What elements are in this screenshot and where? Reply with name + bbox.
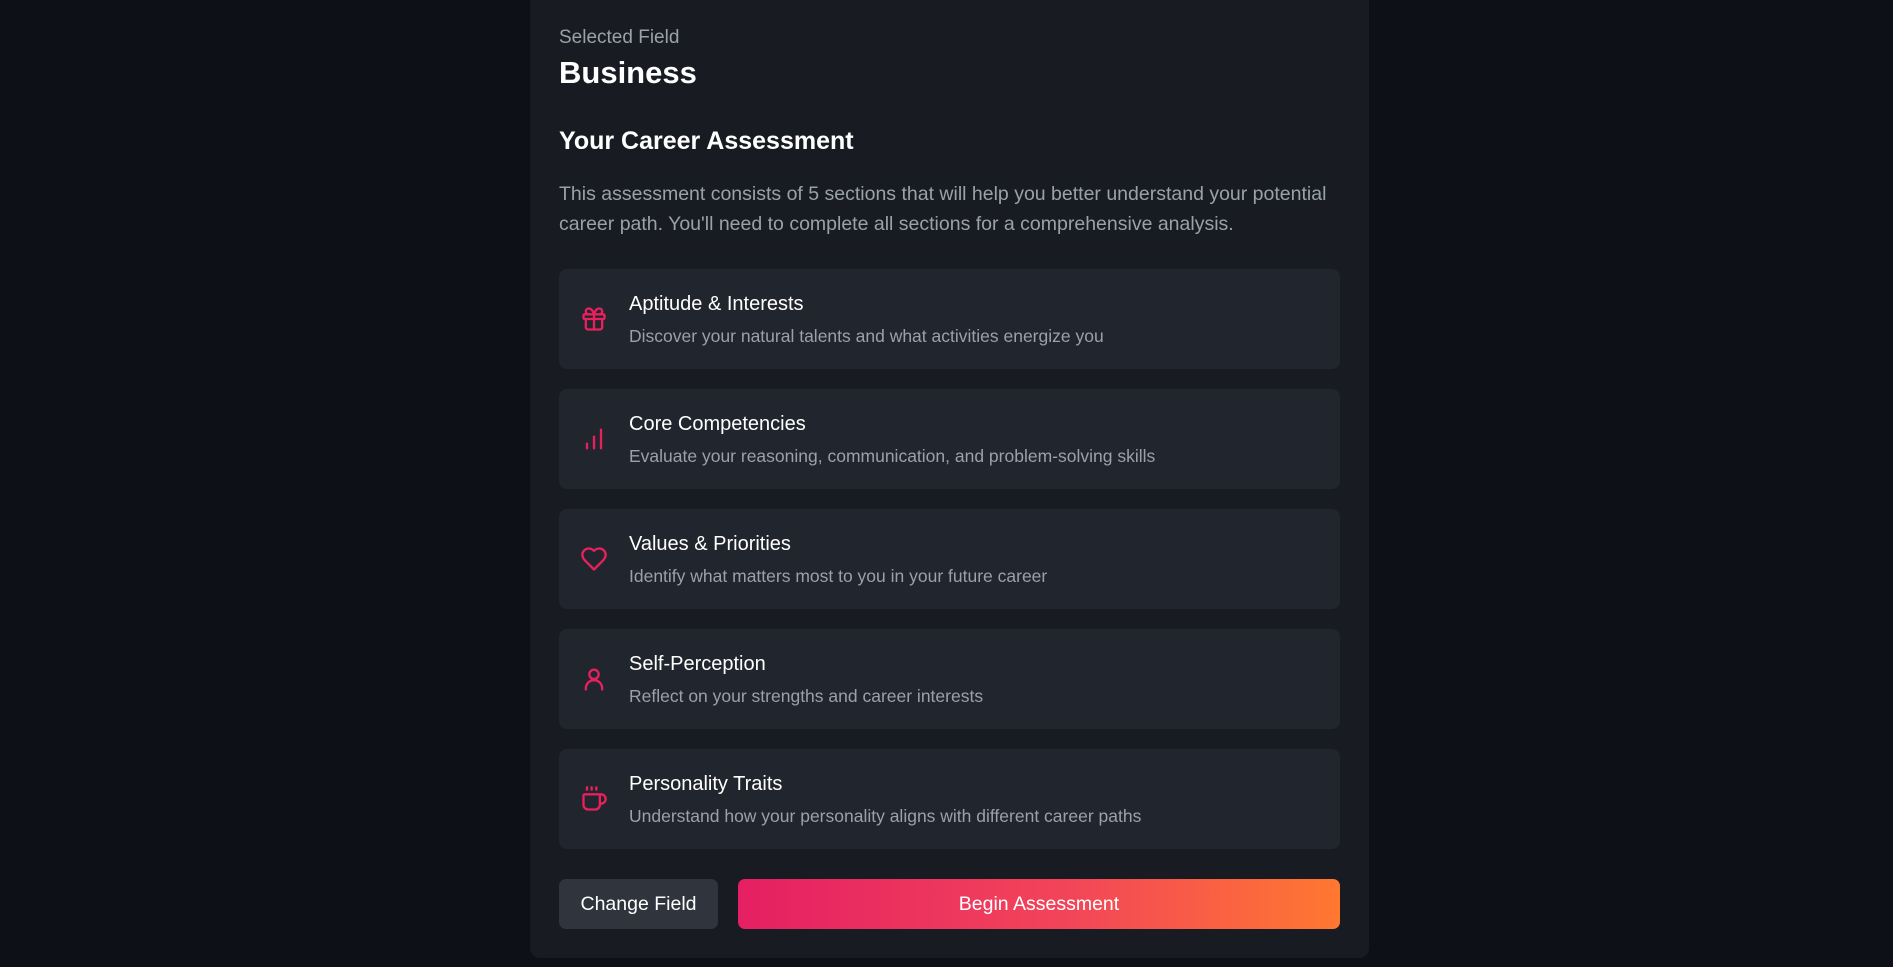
section-description: Discover your natural talents and what a…: [629, 326, 1104, 346]
section-card-personality: Personality Traits Understand how your p…: [559, 749, 1340, 849]
section-card-aptitude: Aptitude & Interests Discover your natur…: [559, 269, 1340, 369]
section-card-competencies: Core Competencies Evaluate your reasonin…: [559, 389, 1340, 489]
selected-field-label: Selected Field: [559, 27, 680, 48]
section-title: Personality Traits: [629, 773, 783, 795]
section-card-self-perception: Self-Perception Reflect on your strength…: [559, 629, 1340, 729]
section-title: Aptitude & Interests: [629, 293, 804, 315]
action-bar: Change Field Begin Assessment: [559, 879, 1340, 929]
coffee-icon: [579, 784, 609, 814]
section-description: Reflect on your strengths and career int…: [629, 686, 984, 706]
assessment-heading: Your Career Assessment: [559, 127, 854, 155]
section-description: Identify what matters most to you in you…: [629, 566, 1048, 586]
section-title: Core Competencies: [629, 413, 806, 435]
section-description: Evaluate your reasoning, communication, …: [629, 446, 1156, 466]
assessment-intro: This assessment consists of 5 sections t…: [559, 183, 1327, 235]
gift-icon: [579, 304, 609, 334]
section-card-values: Values & Priorities Identify what matter…: [559, 509, 1340, 609]
section-title: Self-Perception: [629, 653, 766, 675]
change-field-button[interactable]: Change Field: [559, 879, 718, 929]
begin-assessment-button[interactable]: Begin Assessment: [738, 879, 1340, 929]
bar-chart-icon: [579, 424, 609, 454]
section-title: Values & Priorities: [629, 533, 791, 555]
selected-field-name: Business: [559, 55, 697, 90]
assessment-panel: Selected Field Business Your Career Asse…: [530, 0, 1369, 958]
section-description: Understand how your personality aligns w…: [629, 806, 1142, 826]
user-icon: [579, 664, 609, 694]
heart-icon: [579, 544, 609, 574]
section-list: Aptitude & Interests Discover your natur…: [559, 269, 1340, 869]
